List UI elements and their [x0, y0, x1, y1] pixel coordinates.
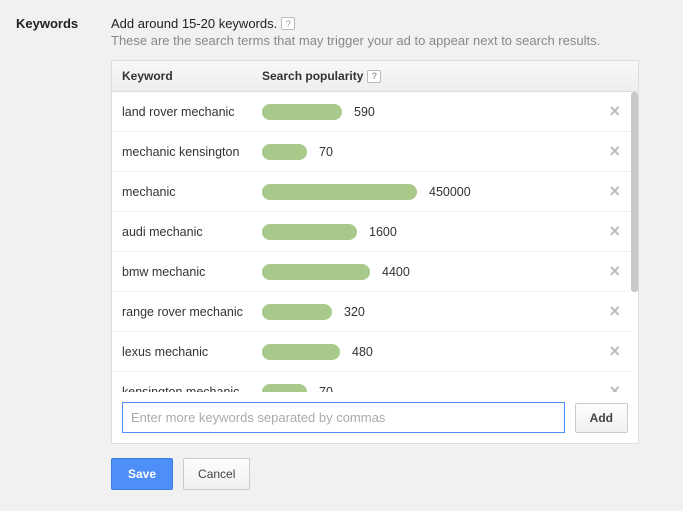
- scrollbar[interactable]: [631, 92, 638, 292]
- table-row: mechanic 450000 ×: [112, 172, 630, 212]
- keyword-name: mechanic kensington: [122, 145, 262, 159]
- section-label: Keywords: [16, 16, 111, 490]
- popularity-value: 4400: [382, 265, 410, 279]
- keyword-name: bmw mechanic: [122, 265, 262, 279]
- header-popularity: Search popularity: [262, 69, 363, 83]
- instruction-text: Add around 15-20 keywords.: [111, 16, 277, 31]
- popularity-bar: [262, 224, 357, 240]
- popularity-value: 480: [352, 345, 373, 359]
- keyword-name: audi mechanic: [122, 225, 262, 239]
- popularity-cell: 590: [262, 104, 602, 120]
- popularity-cell: 1600: [262, 224, 602, 240]
- remove-icon[interactable]: ×: [602, 101, 620, 122]
- header-keyword: Keyword: [122, 69, 262, 83]
- remove-icon[interactable]: ×: [602, 141, 620, 162]
- remove-icon[interactable]: ×: [602, 181, 620, 202]
- sub-instruction-text: These are the search terms that may trig…: [111, 33, 667, 48]
- table-header: Keyword Search popularity ?: [112, 61, 638, 92]
- keyword-name: lexus mechanic: [122, 345, 262, 359]
- table-row: kensington mechanic 70 ×: [112, 372, 630, 392]
- popularity-value: 590: [354, 105, 375, 119]
- popularity-cell: 450000: [262, 184, 602, 200]
- popularity-cell: 4400: [262, 264, 602, 280]
- keyword-input[interactable]: [122, 402, 565, 433]
- cancel-button[interactable]: Cancel: [183, 458, 250, 490]
- remove-icon[interactable]: ×: [602, 261, 620, 282]
- popularity-bar: [262, 264, 370, 280]
- popularity-cell: 320: [262, 304, 602, 320]
- popularity-cell: 70: [262, 384, 602, 393]
- help-icon[interactable]: ?: [281, 17, 295, 30]
- popularity-bar: [262, 304, 332, 320]
- popularity-value: 70: [319, 385, 333, 393]
- remove-icon[interactable]: ×: [602, 301, 620, 322]
- popularity-bar: [262, 384, 307, 393]
- popularity-value: 450000: [429, 185, 471, 199]
- popularity-value: 70: [319, 145, 333, 159]
- popularity-cell: 480: [262, 344, 602, 360]
- add-button[interactable]: Add: [575, 403, 628, 433]
- table-row: land rover mechanic 590 ×: [112, 92, 630, 132]
- help-icon[interactable]: ?: [367, 70, 381, 83]
- table-row: audi mechanic 1600 ×: [112, 212, 630, 252]
- popularity-value: 1600: [369, 225, 397, 239]
- save-button[interactable]: Save: [111, 458, 173, 490]
- remove-icon[interactable]: ×: [602, 221, 620, 242]
- popularity-bar: [262, 344, 340, 360]
- remove-icon[interactable]: ×: [602, 341, 620, 362]
- table-row: mechanic kensington 70 ×: [112, 132, 630, 172]
- popularity-bar: [262, 144, 307, 160]
- keyword-rows: land rover mechanic590×mechanic kensingt…: [112, 92, 638, 392]
- popularity-bar: [262, 104, 342, 120]
- table-row: range rover mechanic 320 ×: [112, 292, 630, 332]
- table-row: bmw mechanic 4400 ×: [112, 252, 630, 292]
- keywords-panel: Keyword Search popularity ? land rover m…: [111, 60, 639, 444]
- popularity-bar: [262, 184, 417, 200]
- popularity-value: 320: [344, 305, 365, 319]
- keyword-name: range rover mechanic: [122, 305, 262, 319]
- table-row: lexus mechanic 480 ×: [112, 332, 630, 372]
- keyword-name: mechanic: [122, 185, 262, 199]
- keyword-name: land rover mechanic: [122, 105, 262, 119]
- remove-icon[interactable]: ×: [602, 381, 620, 392]
- keyword-name: kensington mechanic: [122, 385, 262, 393]
- popularity-cell: 70: [262, 144, 602, 160]
